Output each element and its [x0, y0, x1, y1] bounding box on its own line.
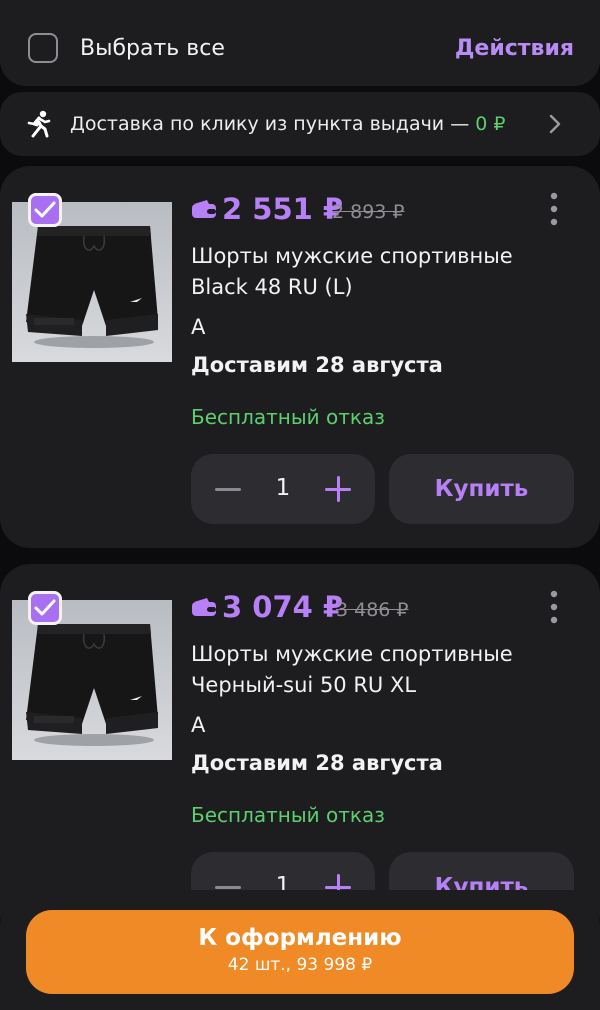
delivery-label: Доставка по клику из пункта выдачи —: [70, 113, 476, 135]
plus-icon[interactable]: [325, 476, 351, 502]
current-price: 3 074 ₽: [222, 590, 344, 624]
cart-item-card: 2 551 ₽ 2 893 ₽ Шорты мужские спортивные…: [0, 166, 600, 548]
more-vertical-icon[interactable]: [546, 589, 562, 625]
delivery-date: Доставим 28 августа: [191, 751, 443, 775]
product-title[interactable]: Шорты мужские спортивные Black 48 RU (L): [191, 241, 551, 303]
check-icon: [34, 599, 56, 616]
delivery-text: Доставка по клику из пункта выдачи — 0 ₽: [70, 113, 505, 135]
buy-button[interactable]: Купить: [389, 454, 574, 524]
quantity-stepper: 1: [191, 454, 375, 524]
wallet-icon: [192, 598, 216, 616]
quantity-stepper: 1: [191, 852, 375, 890]
item-checkbox[interactable]: [28, 193, 62, 227]
select-all-bar: Выбрать все Действия: [0, 0, 600, 86]
old-price: 2 893 ₽: [332, 201, 405, 223]
checkout-button[interactable]: К оформлению 42 шт., 93 998 ₽: [26, 910, 574, 994]
plus-icon[interactable]: [325, 874, 351, 890]
cart-item-card: 3 074 ₽ 3 486 ₽ Шорты мужские спортивные…: [0, 564, 600, 944]
checkout-bar: К оформлению 42 шт., 93 998 ₽: [0, 898, 600, 1010]
buy-button[interactable]: Купить: [389, 852, 574, 890]
card-content: 3 074 ₽ 3 486 ₽ Шорты мужские спортивные…: [0, 564, 600, 890]
free-refusal-label: Бесплатный отказ: [191, 803, 385, 827]
product-title[interactable]: Шорты мужские спортивные Черный-sui 50 R…: [191, 639, 551, 701]
chevron-right-icon: [549, 114, 561, 134]
check-icon: [34, 201, 56, 218]
runner-icon: [27, 110, 51, 138]
item-checkbox[interactable]: [28, 591, 62, 625]
delivery-price: 0 ₽: [475, 113, 506, 135]
seller-label: A: [191, 713, 206, 737]
product-title-line2: Черный-sui 50 RU XL: [191, 673, 417, 697]
free-refusal-label: Бесплатный отказ: [191, 405, 385, 429]
wallet-icon: [192, 200, 216, 218]
checkout-summary: 42 шт., 93 998 ₽: [227, 955, 373, 975]
more-vertical-icon[interactable]: [546, 191, 562, 227]
delivery-option-bar[interactable]: Доставка по клику из пункта выдачи — 0 ₽: [0, 92, 600, 156]
product-title-line1: Шорты мужские спортивные: [191, 244, 513, 268]
seller-label: A: [191, 315, 206, 339]
product-title-line2: Black 48 RU (L): [191, 275, 353, 299]
select-all-label[interactable]: Выбрать все: [80, 36, 225, 61]
old-price: 3 486 ₽: [336, 599, 409, 621]
current-price: 2 551 ₽: [222, 192, 344, 226]
product-title-line1: Шорты мужские спортивные: [191, 642, 513, 666]
actions-button[interactable]: Действия: [455, 36, 574, 61]
checkout-label: К оформлению: [198, 925, 402, 951]
select-all-checkbox-icon[interactable]: [28, 33, 58, 63]
delivery-date: Доставим 28 августа: [191, 353, 443, 377]
